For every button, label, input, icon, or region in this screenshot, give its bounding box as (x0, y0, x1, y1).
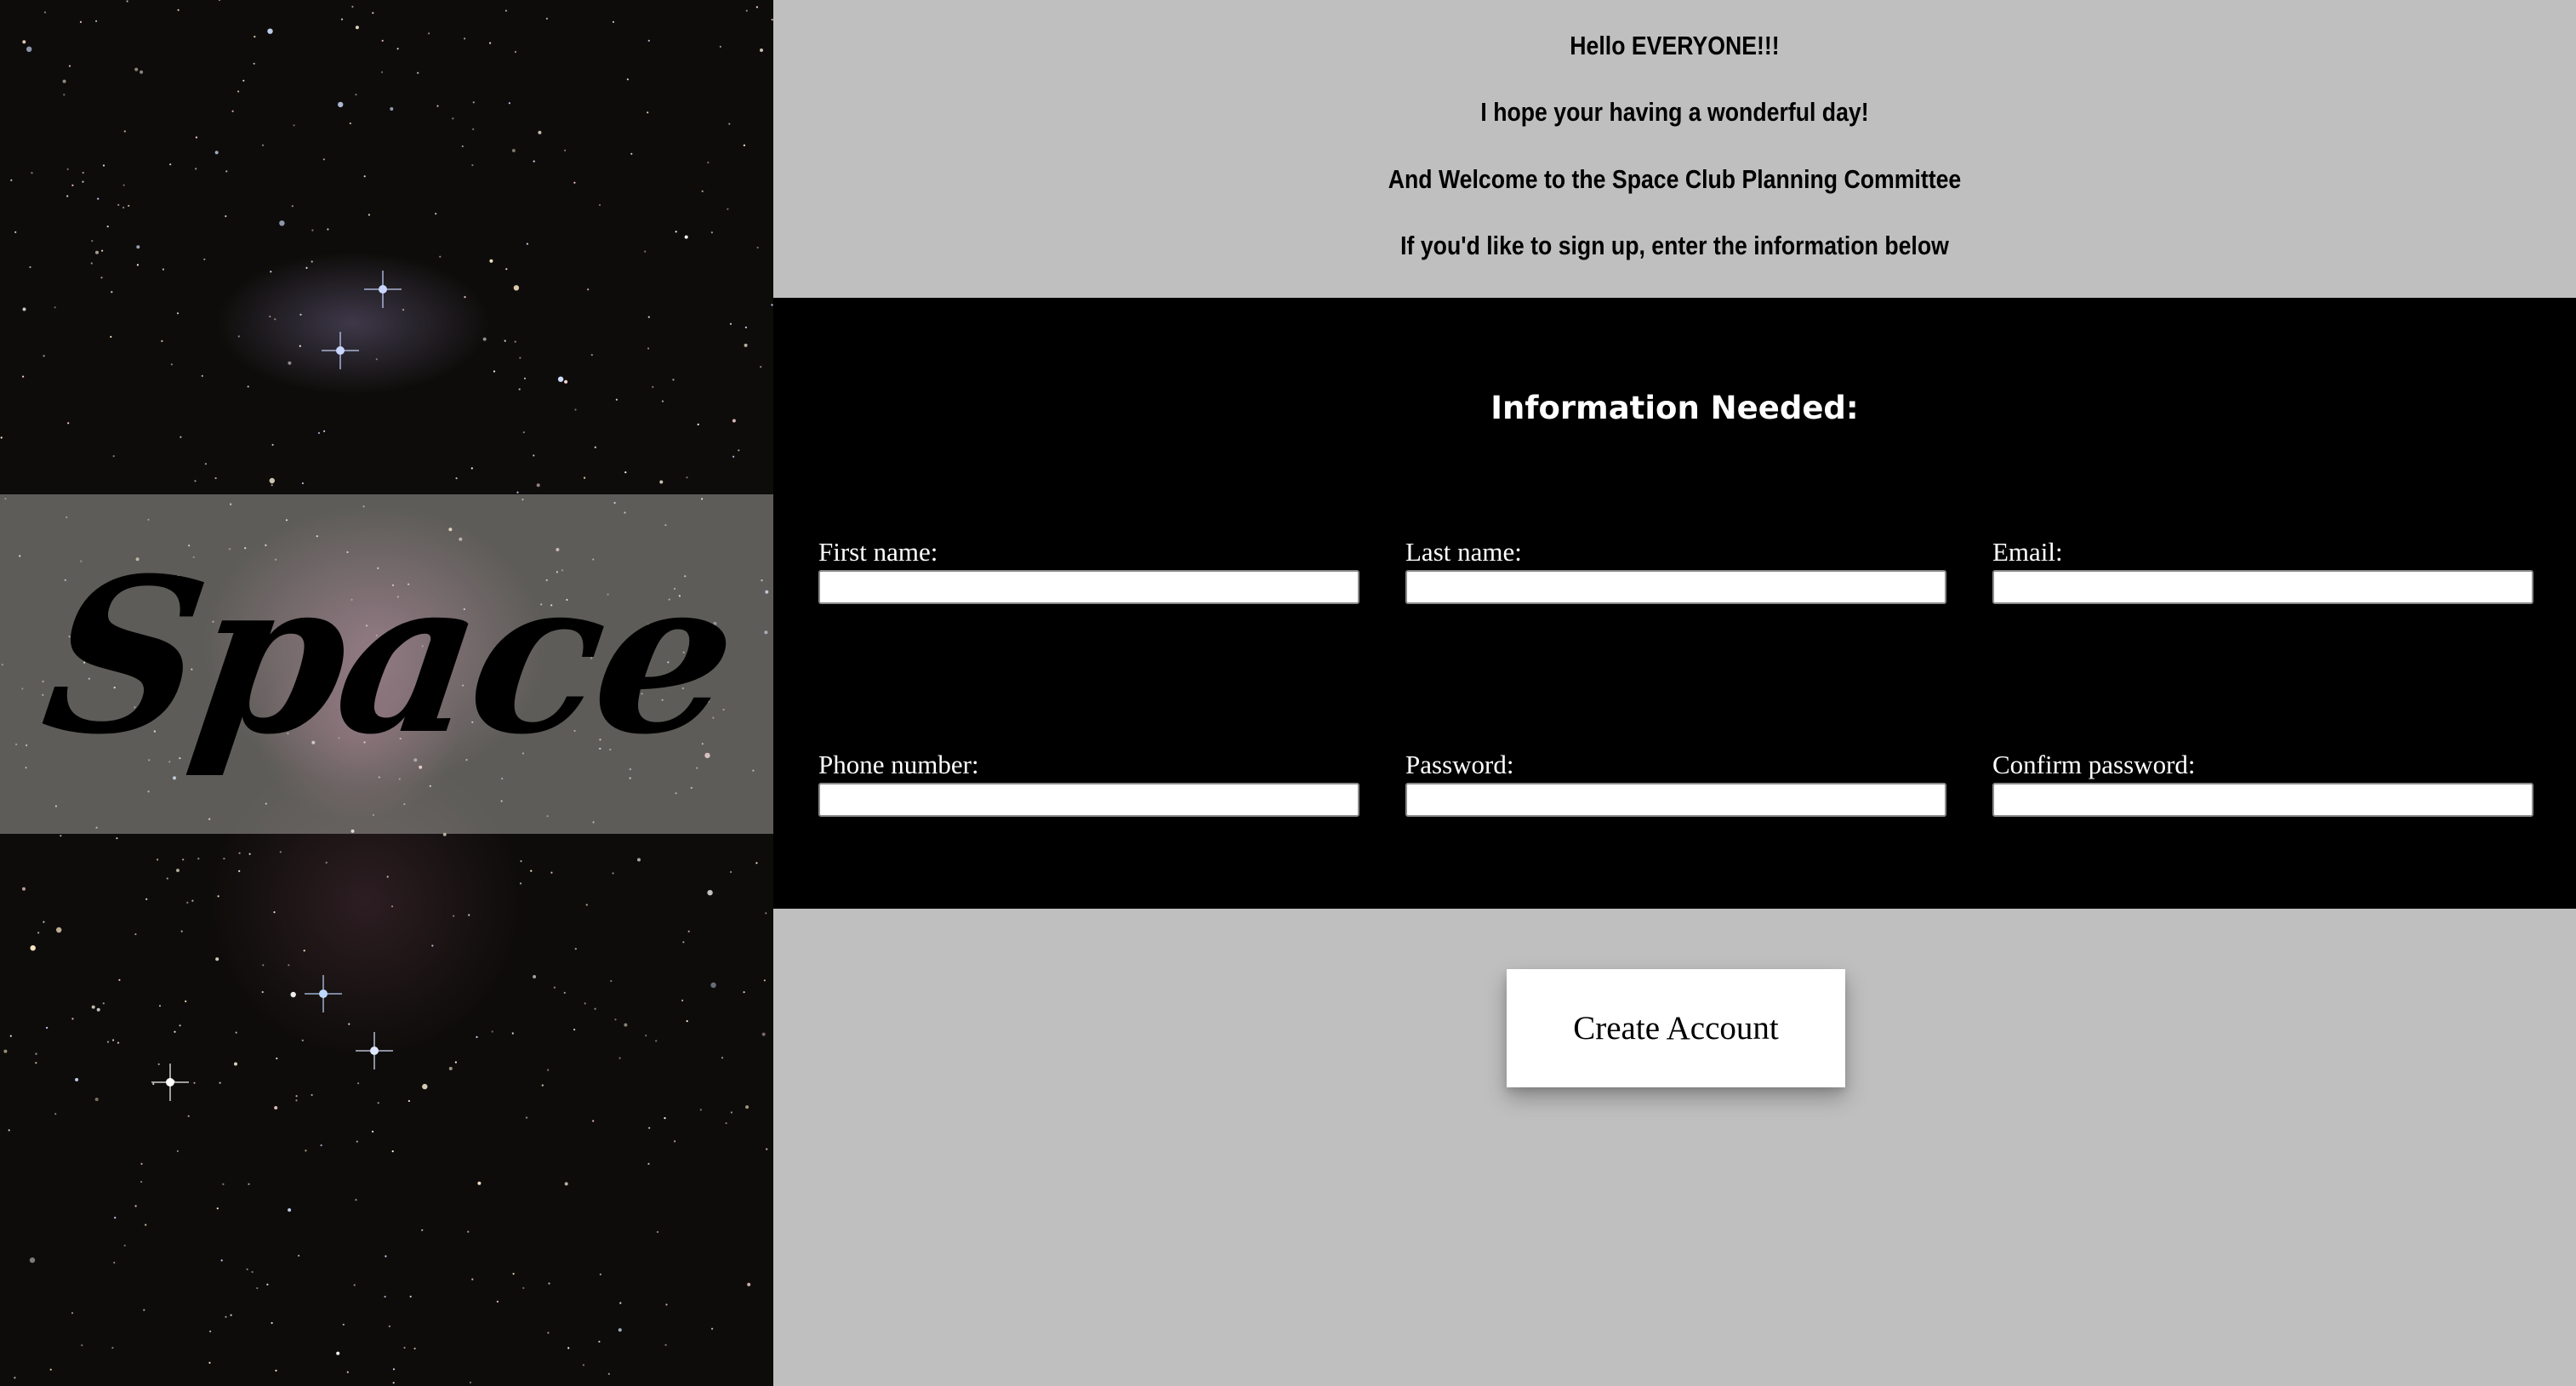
email-input[interactable] (1992, 570, 2533, 604)
first-name-label: First name: (818, 537, 938, 567)
phone-number-input[interactable] (818, 783, 1359, 817)
greeting-wish: I hope your having a wonderful day! (1480, 97, 1869, 127)
last-name-input[interactable] (1405, 570, 1946, 604)
password-input[interactable] (1405, 783, 1946, 817)
space-logo-title: Space (31, 530, 746, 781)
password-label: Password: (1405, 750, 1514, 779)
page: Space Hello EVERYONE!!! I hope your havi… (0, 0, 2576, 1386)
main-content: Hello EVERYONE!!! I hope your having a w… (773, 0, 2576, 1386)
email-label: Email: (1992, 537, 2063, 567)
password-field: Password: (1405, 751, 1950, 817)
confirm-password-input[interactable] (1992, 783, 2533, 817)
last-name-field: Last name: (1405, 539, 1950, 604)
first-name-input[interactable] (818, 570, 1359, 604)
create-account-button[interactable]: Create Account (1507, 969, 1845, 1087)
greeting-instructions: If you'd like to sign up, enter the info… (1400, 231, 1949, 260)
greeting-heading: Hello EVERYONE!!! (1570, 31, 1780, 60)
email-field: Email: (1992, 539, 2537, 604)
last-name-label: Last name: (1405, 537, 1522, 567)
confirm-password-label: Confirm password: (1992, 750, 2196, 779)
signup-form: Information Needed: First name: Last nam… (773, 298, 2576, 909)
space-image-panel: Space (0, 0, 773, 1386)
form-heading: Information Needed: (1490, 390, 1859, 426)
phone-number-field: Phone number: (818, 751, 1363, 817)
first-name-field: First name: (818, 539, 1363, 604)
phone-number-label: Phone number: (818, 750, 979, 779)
confirm-password-field: Confirm password: (1992, 751, 2537, 817)
greeting-welcome: And Welcome to the Space Club Planning C… (1388, 164, 1962, 194)
